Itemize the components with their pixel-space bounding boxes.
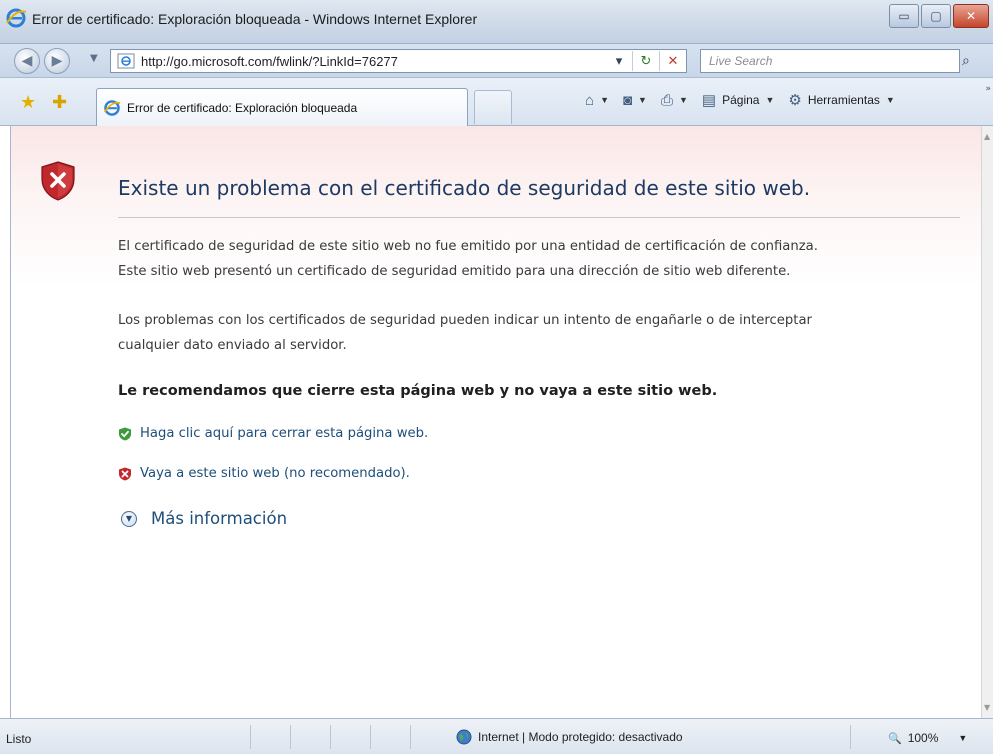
explanation-line: El certificado de seguridad de este siti… [118,239,818,254]
page-title: Existe un problema con el certificado de… [118,176,811,200]
title-divider [118,217,960,218]
security-zone-text: Internet | Modo protegido: desactivado [478,730,683,744]
more-commands-icon[interactable]: » [985,84,991,94]
risk-explanation: Los problemas con los certificados de se… [118,308,958,358]
recent-pages-dropdown[interactable]: ▼ [90,53,98,64]
page-icon [117,53,135,69]
scroll-down-arrow-icon[interactable]: ▼ [984,703,990,712]
close-page-link-text[interactable]: Haga clic aquí para cerrar esta página w… [140,426,428,441]
feeds-icon[interactable]: ◙ [623,92,632,109]
new-tab-button[interactable] [474,90,512,124]
window-controls: ▭ ▢ ✕ [889,4,989,28]
address-dropdown-icon[interactable]: ▾ [606,54,632,69]
address-bar[interactable]: http://go.microsoft.com/fwlink/?LinkId=7… [110,49,687,73]
command-bar: ★ ✚ Error de certificado: Exploración bl… [0,78,993,126]
close-window-button[interactable]: ✕ [953,4,989,28]
risk-line: cualquier dato enviado al servidor. [118,338,347,353]
zoom-level: 100% [907,731,939,745]
refresh-icon[interactable]: ↻ [633,54,659,69]
internet-explorer-icon [103,99,121,116]
globe-icon [456,729,472,745]
continue-link-text[interactable]: Vaya a este sitio web (no recomendado). [140,466,410,481]
green-shield-check-icon [119,427,131,440]
page-menu-button[interactable]: Página [722,93,759,107]
scroll-up-arrow-icon[interactable]: ▲ [984,132,990,141]
minimize-button[interactable]: ▭ [889,4,919,28]
tools-menu-button[interactable]: Herramientas [808,93,880,107]
search-input[interactable] [701,50,959,72]
status-divider [410,725,411,749]
status-divider [370,725,371,749]
status-divider [330,725,331,749]
zoom-dropdown-icon[interactable]: ▼ [958,733,967,743]
navigation-bar: ◀ ▶ ▼ http://go.microsoft.com/fwlink/?Li… [0,44,993,78]
expand-chevron-icon[interactable]: ▼ [121,510,137,527]
page-content: Existe un problema con el certificado de… [10,126,981,718]
explanation-line: Este sitio web presentó un certificado d… [118,264,791,279]
stop-icon[interactable]: ✕ [660,54,686,69]
recommendation-text: Le recomendamos que cierre esta página w… [118,383,718,399]
more-info-label[interactable]: Más información [151,509,287,528]
print-dropdown-icon[interactable]: ▼ [679,95,688,105]
tools-gear-icon: ⚙ [788,92,802,109]
page-menu-icon: ▤ [701,92,717,109]
search-icon[interactable]: ⌕ [962,53,970,69]
status-divider [290,725,291,749]
security-zone[interactable]: Internet | Modo protegido: desactivado [456,729,683,745]
title-bar: Error de certificado: Exploración bloque… [0,0,993,44]
print-icon[interactable]: ⎙ [661,92,673,109]
red-shield-x-icon [119,467,131,480]
add-favorites-icon[interactable]: ✚ [52,92,67,113]
active-tab[interactable]: Error de certificado: Exploración bloque… [96,88,468,126]
maximize-button[interactable]: ▢ [921,4,951,28]
zoom-control[interactable]: 🔍 100% ▼ [888,731,967,745]
status-divider [850,725,851,749]
home-dropdown-icon[interactable]: ▼ [600,95,609,105]
forward-button[interactable]: ▶ [44,48,70,74]
status-text: Listo [6,732,32,746]
status-divider [250,725,251,749]
address-url[interactable]: http://go.microsoft.com/fwlink/?LinkId=7… [141,54,606,69]
more-info-toggle[interactable]: ▼ Más información [121,509,287,528]
favorites-star-icon[interactable]: ★ [20,92,36,113]
red-shield-x-icon [41,161,75,201]
certificate-explanation: El certificado de seguridad de este siti… [118,234,958,284]
zoom-icon: 🔍 [888,732,902,745]
command-buttons: ⌂ ▼ ◙ ▼ ⎙ ▼ ▤ Página ▼ ⚙ Herramientas ▼ [585,91,903,110]
risk-line: Los problemas con los certificados de se… [118,313,812,328]
continue-to-site-link[interactable]: Vaya a este sitio web (no recomendado). [118,466,410,481]
window-title: Error de certificado: Exploración bloque… [32,11,478,27]
feeds-dropdown-icon[interactable]: ▼ [638,95,647,105]
home-icon[interactable]: ⌂ [585,92,594,109]
search-box[interactable] [700,49,960,73]
status-bar: Listo Internet | Modo protegido: desacti… [0,718,993,754]
tab-label: Error de certificado: Exploración bloque… [127,100,358,115]
internet-explorer-icon [6,8,27,28]
page-dropdown-icon[interactable]: ▼ [765,95,774,105]
tools-dropdown-icon[interactable]: ▼ [886,95,895,105]
vertical-scrollbar[interactable]: ▲ ▼ [981,126,993,718]
close-page-link[interactable]: Haga clic aquí para cerrar esta página w… [118,426,428,441]
back-button[interactable]: ◀ [14,48,40,74]
